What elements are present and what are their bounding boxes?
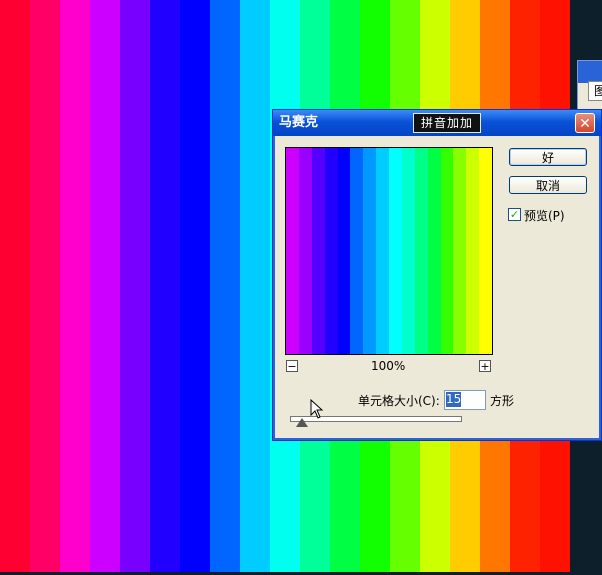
- color-stripe: [150, 0, 180, 572]
- preview-stripe: [363, 148, 377, 354]
- preview-stripe: [324, 148, 338, 354]
- close-button[interactable]: ✕: [575, 113, 595, 133]
- color-stripe: [240, 0, 270, 572]
- dialog-title: 马赛克: [279, 115, 319, 130]
- preview-stripe: [389, 148, 402, 354]
- color-stripe: [90, 0, 120, 572]
- slider-thumb-icon[interactable]: [296, 418, 308, 427]
- preview-stripe: [401, 148, 415, 354]
- preview-stripe: [376, 148, 389, 354]
- cell-size-unit: 方形: [490, 394, 515, 408]
- zoom-level: 100%: [371, 359, 406, 373]
- zoom-out-icon: −: [287, 360, 297, 373]
- zoom-out-button[interactable]: −: [286, 360, 298, 372]
- preview-stripe: [311, 148, 325, 354]
- cancel-button[interactable]: 取消: [509, 176, 587, 194]
- zoom-in-button[interactable]: +: [479, 360, 491, 372]
- background-panel-titlebar: [578, 61, 602, 83]
- preview-stripe: [453, 148, 467, 354]
- ime-indicator[interactable]: 拼音加加: [413, 113, 481, 133]
- color-stripe: [30, 0, 60, 572]
- preview-checkbox[interactable]: ✓: [508, 208, 521, 221]
- zoom-in-icon: +: [480, 360, 490, 373]
- color-stripe: [120, 0, 150, 572]
- preview-stripe: [414, 148, 428, 354]
- cursor-icon: [310, 399, 324, 419]
- cell-size-value: 15: [446, 392, 462, 407]
- mosaic-dialog: 马赛克 拼音加加 ✕ − 100% + 好 取消 ✓ 预览(P) 单元格大小(C…: [272, 109, 602, 441]
- preview-checkbox-label[interactable]: 预览(P): [524, 207, 565, 224]
- close-icon: ✕: [579, 116, 591, 132]
- preview-stripe: [350, 148, 364, 354]
- ok-button[interactable]: 好: [509, 148, 587, 166]
- cell-size-label: 单元格大小(C):: [358, 394, 440, 408]
- filter-preview[interactable]: [285, 147, 493, 355]
- color-stripe: [0, 0, 30, 572]
- dialog-titlebar[interactable]: 马赛克 拼音加加 ✕: [273, 110, 601, 136]
- preview-stripe: [337, 148, 351, 354]
- color-stripe: [180, 0, 210, 572]
- checkmark-icon: ✓: [509, 208, 520, 221]
- background-panel-text: 图: [588, 81, 602, 101]
- color-stripe: [210, 0, 240, 572]
- preview-stripe: [466, 148, 480, 354]
- preview-stripe: [440, 148, 454, 354]
- preview-stripe: [286, 148, 299, 354]
- preview-stripe: [479, 148, 492, 354]
- color-stripe: [60, 0, 90, 572]
- preview-stripe: [427, 148, 441, 354]
- preview-stripe: [298, 148, 312, 354]
